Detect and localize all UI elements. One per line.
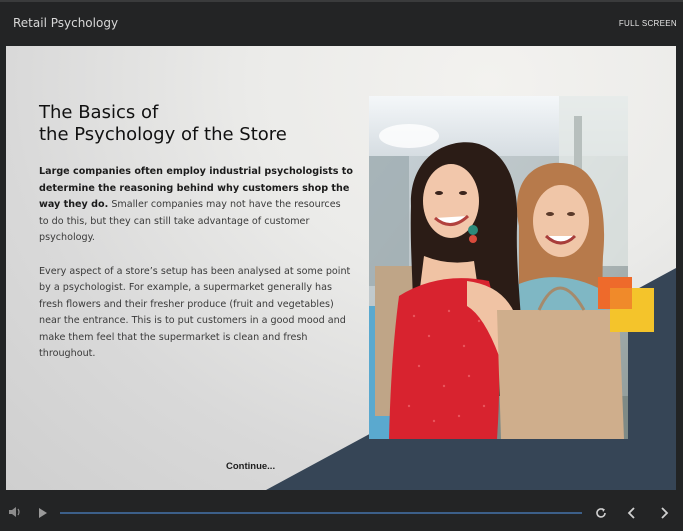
player-header: Retail Psychology FULL SCREEN xyxy=(0,0,683,44)
play-icon[interactable] xyxy=(38,507,48,519)
course-title: Retail Psychology xyxy=(13,16,119,30)
heading-line-2: the Psychology of the Store xyxy=(39,124,287,145)
slide-heading: The Basics of the Psychology of the Stor… xyxy=(39,102,287,146)
heading-line-1: The Basics of xyxy=(39,102,159,123)
paragraph-2: Every aspect of a store’s setup has been… xyxy=(39,265,351,360)
slide-body: Large companies often employ industrial … xyxy=(39,164,353,380)
shopping-women-photo xyxy=(369,96,628,439)
player-controls xyxy=(0,490,683,531)
next-icon[interactable] xyxy=(659,506,669,520)
slide-content: The Basics of the Psychology of the Stor… xyxy=(6,46,676,490)
progress-bar[interactable] xyxy=(60,512,582,514)
previous-icon[interactable] xyxy=(627,506,637,520)
replay-icon[interactable] xyxy=(595,507,607,519)
fullscreen-button[interactable]: FULL SCREEN xyxy=(619,19,677,28)
continue-button[interactable]: Continue... xyxy=(226,461,275,472)
paragraph-1: Large companies often employ industrial … xyxy=(39,164,353,247)
accent-square-overlap xyxy=(610,288,632,309)
volume-icon[interactable] xyxy=(8,506,22,518)
